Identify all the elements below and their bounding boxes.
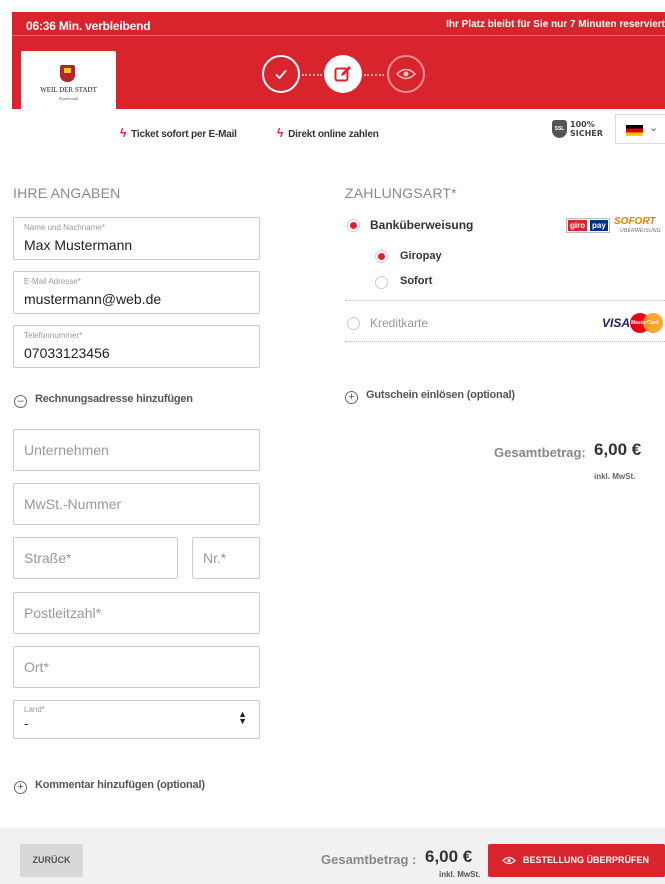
giropay-logo: giro pay — [566, 218, 610, 233]
bank-transfer-radio[interactable] — [347, 219, 360, 232]
step-connector — [364, 74, 384, 76]
checkmark-icon — [275, 69, 287, 80]
select-arrows-icon: ▲ ▼ — [238, 709, 247, 726]
top-header-bar: 06:36 Min. verbleibend Ihr Platz bleibt … — [12, 12, 665, 109]
shield-icon: SSL — [552, 120, 567, 138]
step-connector — [302, 74, 322, 76]
city-input[interactable]: Ort* — [13, 646, 260, 688]
sofort-radio[interactable] — [375, 276, 388, 289]
email-field[interactable]: E-Mail Adresse* mustermann@web.de — [13, 271, 260, 314]
plus-circle-icon: + — [345, 391, 358, 404]
bolt-icon: ϟ — [120, 126, 127, 140]
german-flag-icon — [626, 125, 643, 136]
sofort-label: Sofort — [400, 275, 433, 287]
company-input[interactable]: Unternehmen — [13, 429, 260, 471]
chevron-down-icon: ⌄ — [649, 122, 659, 134]
total-amount: 6,00 € — [594, 440, 642, 459]
footer-total-label: Gesamtbetrag : — [321, 852, 417, 867]
security-badge: SSL 100% SICHER — [552, 118, 604, 140]
payment-divider — [345, 300, 665, 301]
voucher-toggle[interactable]: + Gutschein einlösen (optional) — [345, 389, 515, 404]
eye-icon — [396, 68, 416, 80]
personal-details-heading: IHRE ANGABEN — [13, 185, 121, 201]
credit-card-label: Kreditkarte — [370, 316, 429, 330]
vat-number-input[interactable]: MwSt.-Nummer — [13, 483, 260, 525]
giropay-label: Giropay — [400, 250, 442, 262]
payment-divider — [345, 341, 665, 342]
street-input[interactable]: Straße* — [13, 537, 178, 579]
coat-of-arms-icon — [60, 65, 75, 82]
giropay-radio[interactable] — [375, 250, 388, 263]
review-order-button[interactable]: BESTELLUNG ÜBERPRÜFEN — [488, 844, 665, 877]
countdown-timer: 06:36 Min. verbleibend — [26, 19, 151, 33]
visa-logo: VISA — [602, 316, 631, 330]
sofort-logo: SOFORT ÜBERWEISUNG — [614, 216, 661, 234]
comment-toggle[interactable]: + Kommentar hinzufügen (optional) — [14, 779, 205, 794]
edit-icon — [334, 66, 351, 82]
bolt-icon: ϟ — [277, 126, 284, 140]
logo-subtext: Keplerstadt — [59, 96, 78, 101]
postal-code-input[interactable]: Postleitzahl* — [13, 592, 260, 634]
feature-email-ticket: ϟ Ticket sofort per E-Mail — [120, 126, 237, 140]
step-details-active — [324, 55, 362, 93]
total-label: Gesamtbetrag: — [494, 445, 586, 460]
name-field[interactable]: Name und Nachname* Max Mustermann — [13, 217, 260, 260]
eye-icon — [502, 856, 516, 865]
header-divider — [12, 35, 665, 36]
mastercard-logo: MasterCard — [630, 313, 665, 333]
back-button[interactable]: ZURÜCK — [20, 844, 83, 877]
step-tickets-completed[interactable] — [262, 55, 300, 93]
billing-address-toggle[interactable]: – Rechnungsadresse hinzufügen — [14, 393, 193, 408]
phone-field[interactable]: Telefonnummer* 07033123456 — [13, 325, 260, 368]
total-tax-note: inkl. MwSt. — [594, 472, 636, 481]
language-selector[interactable]: ⌄ — [615, 114, 665, 144]
country-select[interactable]: Land* - ▲ ▼ — [13, 700, 260, 739]
minus-circle-icon: – — [14, 395, 27, 408]
step-review-pending — [387, 55, 425, 93]
feature-online-payment: ϟ Direkt online zahlen — [277, 126, 379, 140]
footer-tax-note: inkl. MwSt. — [439, 870, 481, 879]
bank-transfer-label: Banküberweisung — [370, 218, 474, 232]
credit-card-radio[interactable] — [347, 317, 360, 330]
plus-circle-icon: + — [14, 781, 27, 794]
city-logo: WEIL DER STADT Keplerstadt — [21, 51, 116, 109]
payment-method-heading: ZAHLUNGSART* — [345, 185, 457, 201]
house-number-input[interactable]: Nr.* — [192, 537, 260, 579]
logo-wordmark: WEIL DER STADT — [40, 86, 97, 94]
footer-total-amount: 6,00 € — [425, 847, 473, 866]
checkout-footer: ZURÜCK Gesamtbetrag : 6,00 € inkl. MwSt.… — [0, 828, 665, 884]
reservation-notice: Ihr Platz bleibt für Sie nur 7 Minuten r… — [446, 19, 665, 30]
